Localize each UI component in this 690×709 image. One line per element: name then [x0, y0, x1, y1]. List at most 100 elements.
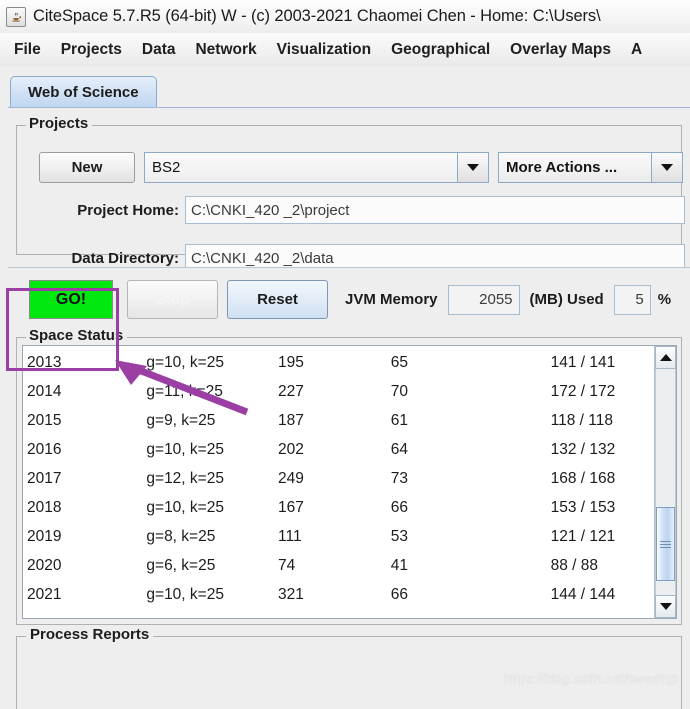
cell-ratio: 121 / 121	[550, 527, 616, 545]
cell-n1: 202	[278, 440, 304, 458]
menu-visualization[interactable]: Visualization	[268, 38, 380, 63]
table-row[interactable]: 2017 g=12, k=25 249 73 168 / 168	[23, 464, 654, 493]
table-row[interactable]: 2016 g=10, k=25 202 64 132 / 132	[23, 435, 654, 464]
projects-toolbar-row: New BS2 More Actions ...	[39, 152, 683, 183]
cell-gk: g=6, k=25	[146, 556, 216, 574]
menu-projects[interactable]: Projects	[52, 38, 131, 63]
percent-sign-label: %	[657, 291, 672, 308]
data-directory-label: Data Directory:	[71, 249, 179, 267]
space-status-table: 2013 g=10, k=25 195 65 141 / 141 2014 g=11, k=…	[22, 345, 677, 619]
tab-panel-web-of-science: Projects New BS2 More Actions ... Projec…	[8, 107, 690, 709]
space-status-table-body: 2013 g=10, k=25 195 65 141 / 141 2014 g=11, k=…	[23, 346, 654, 618]
chevron-down-icon[interactable]	[651, 153, 682, 182]
action-bar: GO! Stop Reset JVM Memory 2055 (MB) Used…	[8, 267, 690, 330]
cell-ratio: 132 / 132	[550, 440, 616, 458]
cell-n2: 61	[390, 411, 409, 429]
table-row[interactable]: 2019 g=8, k=25 111 53 121 / 121	[23, 522, 654, 551]
chevron-down-icon[interactable]	[457, 153, 488, 182]
table-row[interactable]: 2014 g=11, k=25 227 70 172 / 172	[23, 377, 654, 406]
projects-group: Projects New BS2 More Actions ... Projec…	[16, 115, 685, 272]
cell-year: 2020	[27, 556, 62, 574]
cell-ratio: 168 / 168	[550, 469, 616, 487]
cell-year: 2017	[27, 469, 62, 487]
project-home-input[interactable]: C:\CNKI_420 _2\project	[185, 196, 685, 224]
window-title: CiteSpace 5.7.R5 (64-bit) W - (c) 2003-2…	[33, 7, 601, 25]
cell-n2: 41	[390, 556, 409, 574]
space-status-group-title: Space Status	[26, 327, 128, 344]
tab-strip: Web of Science	[8, 76, 690, 110]
cell-n2: 70	[390, 382, 409, 400]
menu-analytics-partial[interactable]: A	[622, 38, 651, 63]
main-content: Web of Science Projects New BS2 More Act…	[0, 67, 690, 709]
scroll-up-icon[interactable]	[655, 346, 676, 369]
cell-n1: 249	[278, 469, 304, 487]
cell-gk: g=10, k=25	[146, 353, 224, 371]
menu-geographical[interactable]: Geographical	[382, 38, 499, 63]
cell-ratio: 118 / 118	[550, 411, 613, 429]
cell-ratio: 153 / 153	[550, 498, 616, 516]
cell-n2: 73	[390, 469, 409, 487]
more-actions-select[interactable]: More Actions ...	[498, 152, 683, 183]
action-bar-row: GO! Stop Reset JVM Memory 2055 (MB) Used…	[29, 280, 671, 319]
cell-year: 2013	[27, 353, 62, 371]
cell-gk: g=12, k=25	[146, 469, 224, 487]
process-reports-group-title: Process Reports	[26, 626, 154, 643]
scroll-down-icon[interactable]	[655, 595, 676, 618]
cell-year: 2014	[27, 382, 62, 400]
table-row[interactable]: 2018 g=10, k=25 167 66 153 / 153	[23, 493, 654, 522]
go-button[interactable]: GO!	[29, 280, 113, 319]
cell-n2: 64	[390, 440, 409, 458]
cell-ratio: 141 / 141	[550, 353, 616, 371]
cell-year: 2015	[27, 411, 62, 429]
cell-year: 2019	[27, 527, 62, 545]
cell-n2: 66	[390, 585, 409, 603]
jvm-memory-value: 2055	[447, 284, 520, 315]
cell-ratio: 172 / 172	[550, 382, 616, 400]
projects-group-title: Projects	[26, 115, 93, 132]
cell-n2: 66	[390, 498, 409, 516]
cell-year: 2016	[27, 440, 62, 458]
tab-web-of-science[interactable]: Web of Science	[10, 76, 157, 108]
cell-n2: 65	[390, 353, 409, 371]
space-status-group: Space Status 2013 g=10, k=25 195 65 141 / 14…	[16, 327, 682, 625]
cell-n1: 111	[278, 527, 302, 545]
menu-bar: File Projects Data Network Visualization…	[0, 33, 690, 68]
tab-label: Web of Science	[28, 84, 139, 101]
java-coffee-cup-icon	[6, 6, 26, 27]
cell-n1: 195	[278, 353, 304, 371]
cell-gk: g=10, k=25	[146, 498, 224, 516]
project-select-value: BS2	[145, 153, 457, 182]
table-row[interactable]: 2013 g=10, k=25 195 65 141 / 141	[23, 348, 654, 377]
table-row[interactable]: 2020 g=6, k=25 74 41 88 / 88	[23, 551, 654, 580]
cell-ratio: 144 / 144	[550, 585, 616, 603]
reset-button[interactable]: Reset	[227, 280, 328, 319]
grip-icon	[660, 539, 671, 550]
scrollbar-thumb[interactable]	[656, 507, 675, 581]
project-select[interactable]: BS2	[144, 152, 489, 183]
jvm-percent-value: 5	[613, 284, 651, 315]
cell-gk: g=10, k=25	[146, 440, 224, 458]
menu-data[interactable]: Data	[133, 38, 185, 63]
citespace-window: CiteSpace 5.7.R5 (64-bit) W - (c) 2003-2…	[0, 0, 690, 709]
table-row[interactable]: 2015 g=9, k=25 187 61 118 / 118	[23, 406, 654, 435]
title-bar: CiteSpace 5.7.R5 (64-bit) W - (c) 2003-2…	[0, 0, 690, 34]
cell-year: 2018	[27, 498, 62, 516]
menu-file[interactable]: File	[5, 38, 50, 63]
table-row[interactable]: 2021 g=10, k=25 321 66 144 / 144	[23, 580, 654, 609]
cell-gk: g=11, k=25	[146, 382, 223, 400]
menu-overlay-maps[interactable]: Overlay Maps	[501, 38, 620, 63]
menu-network[interactable]: Network	[186, 38, 265, 63]
cell-n2: 53	[390, 527, 409, 545]
cell-n1: 227	[278, 382, 304, 400]
scrollbar-track[interactable]	[655, 369, 676, 595]
cell-gk: g=8, k=25	[146, 527, 216, 545]
cell-n1: 187	[278, 411, 304, 429]
cell-gk: g=10, k=25	[146, 585, 224, 603]
space-status-scrollbar[interactable]	[654, 346, 676, 618]
cell-year: 2021	[27, 585, 62, 603]
cell-n1: 74	[278, 556, 296, 574]
mb-used-label: (MB) Used	[529, 291, 604, 308]
stop-button: Stop	[127, 280, 218, 319]
cell-ratio: 88 / 88	[550, 556, 599, 574]
new-project-button[interactable]: New	[39, 152, 135, 183]
